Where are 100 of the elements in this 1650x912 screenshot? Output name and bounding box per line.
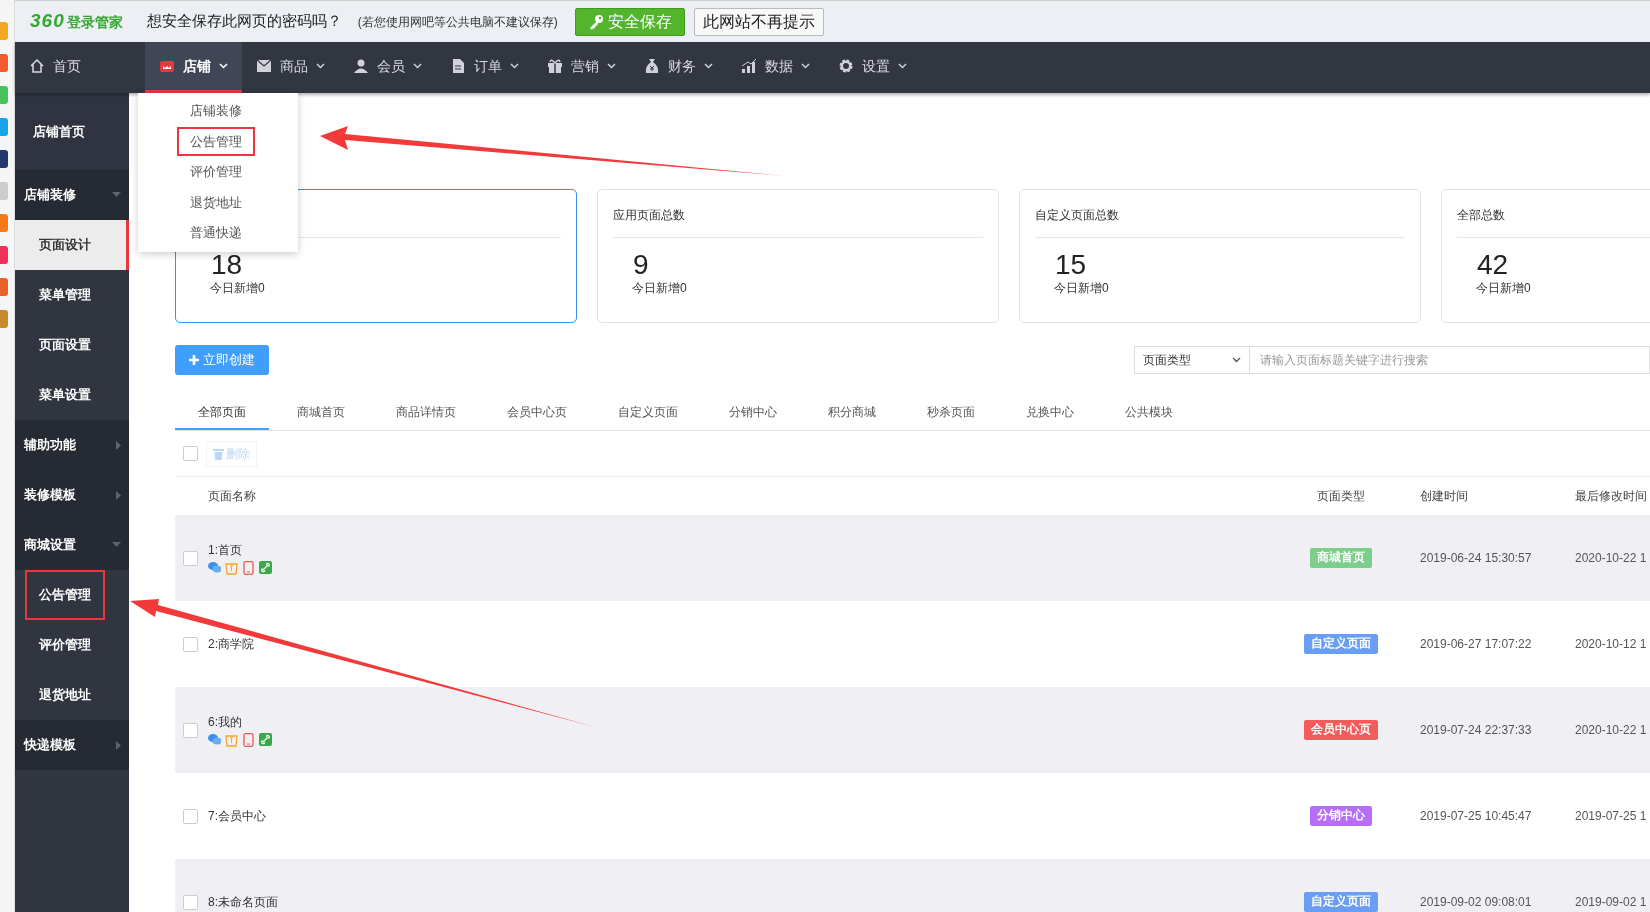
- page-name: 7:会员中心: [208, 808, 266, 825]
- page-name: 6:我的: [208, 714, 243, 731]
- bar-chart-icon: [741, 58, 757, 74]
- nav-tab[interactable]: 会员: [339, 42, 436, 93]
- dropdown-item[interactable]: 公告管理: [177, 126, 255, 156]
- caret-right-icon: [116, 440, 121, 450]
- nav-tab[interactable]: 数据: [727, 42, 824, 93]
- dropdown-item[interactable]: 普通快递: [177, 218, 255, 248]
- nav-tab[interactable]: 财务: [630, 42, 727, 93]
- table-cell-text: 2020-10-22 1: [1575, 722, 1647, 739]
- select-all-checkbox[interactable]: [183, 446, 198, 461]
- stat-title: 应用页面总数: [613, 208, 685, 222]
- dismiss-button[interactable]: 此网站不再提示: [693, 7, 824, 36]
- table-cell-text: 2020-10-12 1: [1575, 636, 1647, 653]
- table-cell-text: 2019-06-24 15:30:57: [1420, 550, 1532, 567]
- sidebar-item[interactable]: 评价管理: [25, 619, 105, 671]
- store-icon: [159, 58, 175, 74]
- nav-tab[interactable]: 店铺: [145, 42, 242, 93]
- caret-down-icon: [112, 542, 121, 548]
- tab[interactable]: 公共模块: [1102, 395, 1196, 430]
- plus-icon: [189, 354, 199, 365]
- nav-tab[interactable]: 营销: [533, 42, 630, 93]
- table-cell-text: 2019-09-02 1: [1575, 894, 1647, 911]
- chevron-down-icon: [898, 63, 907, 69]
- sidebar-group[interactable]: 装修模板: [15, 470, 129, 520]
- sidebar-group[interactable]: 店铺装修: [15, 170, 129, 220]
- row-checkbox[interactable]: [183, 550, 198, 566]
- column-header: 页面类型: [1316, 488, 1365, 505]
- caret-right-icon: [116, 740, 121, 750]
- home-nav-item[interactable]: 首页: [15, 42, 145, 93]
- page-name: 8:未命名页面: [208, 894, 278, 911]
- nav-tab[interactable]: 订单: [436, 42, 533, 93]
- page-type-tag: 自定义页面: [1303, 892, 1378, 912]
- link-icon: [259, 561, 272, 575]
- logo-text: 登录管家: [66, 13, 123, 33]
- row-checkbox[interactable]: [183, 636, 198, 652]
- dropdown-item[interactable]: 退货地址: [177, 187, 255, 217]
- table-cell-text: 2020-10-22 1: [1575, 550, 1647, 567]
- home-icon: [29, 58, 45, 74]
- tab[interactable]: 商品详情页: [373, 395, 479, 430]
- sidebar-item[interactable]: 页面设置: [25, 319, 105, 371]
- app-icon[interactable]: [0, 150, 8, 168]
- app-icon[interactable]: [0, 246, 8, 264]
- logo-number: 360: [30, 9, 65, 34]
- tab[interactable]: 兑换中心: [1003, 395, 1097, 430]
- prompt-question: 想安全保存此网页的密码吗？: [146, 11, 342, 32]
- caret-right-icon: [116, 490, 121, 500]
- chevron-down-icon: [704, 63, 713, 69]
- chevron-down-icon: [510, 63, 519, 69]
- app-icon[interactable]: [0, 310, 8, 328]
- sidebar-item[interactable]: 退货地址: [25, 669, 105, 721]
- stat-title: 自定义页面总数: [1035, 208, 1119, 222]
- stat-today: 今日新增0: [1054, 281, 1109, 296]
- type-select[interactable]: 页面类型: [1134, 345, 1250, 374]
- app-icon[interactable]: [0, 118, 8, 136]
- nav-tab[interactable]: 商品: [242, 42, 339, 93]
- table-cell-text: 2019-09-02 09:08:01: [1420, 894, 1532, 911]
- stat-value: 9: [633, 249, 649, 280]
- table-cell-text: 2019-07-24 22:37:33: [1420, 722, 1532, 739]
- app-icon[interactable]: [0, 214, 8, 232]
- app-icon[interactable]: [0, 22, 8, 40]
- stat-today: 今日新增0: [632, 281, 687, 296]
- chevron-down-icon: [316, 63, 325, 69]
- nav-tab[interactable]: 设置: [824, 42, 921, 93]
- search-field[interactable]: 请输入页面标题关键字进行搜索: [1250, 345, 1650, 374]
- chevron-down-icon: [413, 63, 422, 69]
- row-checkbox[interactable]: [183, 722, 198, 738]
- row-checkbox[interactable]: [183, 808, 198, 824]
- table-cell-text: 2019-07-25 1: [1575, 808, 1647, 825]
- sidebar-group[interactable]: 快递模板: [15, 720, 129, 770]
- table-cell-text: 2019-06-27 17:07:22: [1420, 636, 1532, 653]
- stat-value: 18: [211, 249, 243, 280]
- sidebar-item[interactable]: 菜单管理: [25, 269, 105, 321]
- sidebar-group[interactable]: 商城设置: [15, 520, 129, 570]
- dropdown-item[interactable]: 店铺装修: [177, 96, 255, 126]
- sidebar-item[interactable]: 菜单设置: [25, 369, 105, 421]
- tab[interactable]: 会员中心页: [484, 395, 590, 430]
- tab[interactable]: 自定义页面: [595, 395, 701, 430]
- dropdown-item[interactable]: 评价管理: [177, 157, 255, 187]
- app-icon[interactable]: [0, 54, 8, 72]
- page-name: 2:商学院: [208, 636, 254, 653]
- sidebar-group[interactable]: 辅助功能: [15, 420, 129, 470]
- chevron-down-icon: [1232, 356, 1241, 363]
- tab[interactable]: 商城首页: [274, 395, 368, 430]
- app-icon[interactable]: [0, 278, 8, 296]
- row-checkbox[interactable]: [183, 894, 198, 910]
- page-type-tag: 分销中心: [1309, 806, 1372, 826]
- tab[interactable]: 全部页面: [175, 395, 269, 430]
- app-icon[interactable]: [0, 86, 8, 104]
- app-icon[interactable]: [0, 182, 8, 200]
- chevron-down-icon: [607, 63, 616, 69]
- column-header: 页面名称: [208, 488, 256, 505]
- sidebar-item[interactable]: 公告管理: [25, 569, 105, 621]
- tab[interactable]: 积分商城: [805, 395, 899, 430]
- stat-today: 今日新增0: [210, 281, 265, 296]
- tab[interactable]: 秒杀页面: [904, 395, 998, 430]
- column-header: 创建时间: [1420, 488, 1468, 505]
- tab[interactable]: 分销中心: [706, 395, 800, 430]
- settings-icon: [838, 58, 854, 74]
- page-type-tag: 商城首页: [1309, 548, 1372, 568]
